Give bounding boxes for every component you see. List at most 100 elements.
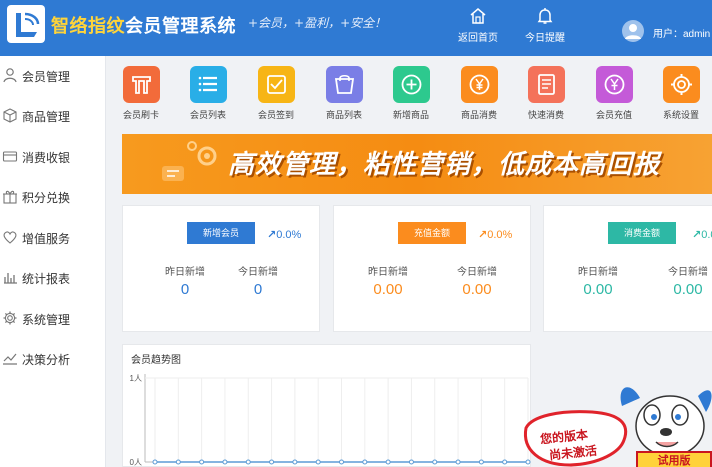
banner-decoration [122, 134, 222, 194]
banner-slogan: 高效管理，粘性营销，低成本高回报 [228, 149, 661, 179]
data-point [222, 459, 228, 465]
quick-fast-consume[interactable]: 快速消费 [518, 66, 574, 126]
gear-icon [2, 310, 18, 326]
nav-home-label: 返回首页 [458, 33, 498, 44]
sidebar-item-reports[interactable]: 统计报表 [0, 258, 106, 298]
up-arrow-icon: ↗ [267, 229, 277, 241]
quick-member-checkin[interactable]: 会员签到 [248, 66, 304, 126]
yesterday-label: 昨日新增 [165, 267, 205, 278]
data-point [269, 459, 275, 465]
nav-home-button[interactable]: 返回首页 [448, 6, 508, 50]
growth-percent: ↗0.0% [692, 229, 712, 241]
box-icon [2, 107, 18, 123]
yesterday-label: 昨日新增 [368, 267, 408, 278]
stat-card-recharge: 充值金额 ↗0.0% 昨日新增 今日新增 0.00 0.00 [333, 205, 531, 332]
quick-goods-consume[interactable]: 商品消费 [451, 66, 507, 126]
quick-member-list[interactable]: 会员列表 [180, 66, 236, 126]
sidebar-item-value-added[interactable]: 增值服务 [0, 218, 106, 258]
quick-goods-list[interactable]: 商品列表 [316, 66, 372, 126]
quick-label: 会员充值 [595, 110, 632, 120]
quick-label: 快速消费 [527, 110, 564, 120]
bell-icon [537, 8, 553, 24]
header-slogan: +会员，+盈利，+安全！ [248, 16, 387, 30]
user-name: 用户：admin [653, 29, 711, 40]
bag-icon [325, 66, 363, 103]
member-trend-panel: 会员趋势图 1人 0人 [122, 344, 531, 467]
yesterday-value: 0.00 [373, 281, 403, 298]
sidebar-item-decision[interactable]: 决策分析 [0, 339, 106, 379]
data-point [362, 459, 368, 465]
gift-icon [2, 188, 18, 204]
quick-label: 新增商品 [392, 110, 429, 120]
sidebar-item-label: 决策分析 [22, 353, 71, 367]
quick-label: 会员刷卡 [122, 110, 159, 120]
sidebar-item-member[interactable]: 会员管理 [0, 56, 106, 96]
app-title: 智络指纹会员管理系统 [51, 16, 236, 36]
member-trend-chart: 1人 0人 [130, 374, 531, 467]
list-icon [189, 66, 227, 103]
quick-add-goods[interactable]: 新增商品 [383, 66, 439, 126]
plus-circle-icon [392, 66, 430, 103]
sidebar-item-label: 积分兑换 [22, 191, 71, 205]
quick-system-settings[interactable]: 系统设置 [653, 66, 709, 126]
sidebar-item-label: 增值服务 [22, 232, 71, 246]
sidebar-item-label: 商品管理 [22, 110, 71, 124]
data-point [408, 459, 414, 465]
home-icon [470, 8, 486, 24]
y-tick-label: 1人 [130, 374, 142, 383]
card-swipe-icon [122, 66, 160, 103]
sidebar-item-label: 统计报表 [22, 272, 71, 286]
heart-icon [2, 229, 18, 245]
sidebar-item-points[interactable]: 积分兑换 [0, 177, 106, 217]
sidebar-item-cashier[interactable]: 消费收银 [0, 137, 106, 177]
yen-coin-icon [460, 66, 498, 103]
today-value: 0.00 [462, 281, 492, 298]
data-point [478, 459, 484, 465]
data-point [292, 459, 298, 465]
quick-label: 系统设置 [662, 110, 699, 120]
chart-title: 会员趋势图 [131, 355, 181, 366]
today-label: 今日新增 [668, 267, 708, 278]
today-value: 0.00 [673, 281, 703, 298]
gear-icon [662, 66, 700, 103]
up-arrow-icon: ↗ [692, 229, 702, 241]
user-icon [2, 67, 18, 83]
data-point [432, 459, 438, 465]
checkin-icon [257, 66, 295, 103]
up-arrow-icon: ↗ [478, 229, 488, 241]
today-label: 今日新增 [238, 267, 278, 278]
data-point [455, 459, 461, 465]
today-label: 今日新增 [457, 267, 497, 278]
quick-member-swipe[interactable]: 会员刷卡 [113, 66, 169, 126]
growth-percent: ↗0.0% [267, 229, 302, 241]
stat-tag: 新增会员 [187, 222, 255, 244]
bar-chart-icon [2, 269, 18, 285]
quick-member-recharge[interactable]: 会员充值 [586, 66, 642, 126]
stat-card-new-members: 新增会员 ↗0.0% 昨日新增 今日新增 0 0 [122, 205, 320, 332]
stat-tag: 充值金额 [398, 222, 466, 244]
recharge-icon [595, 66, 633, 103]
data-point [245, 459, 251, 465]
quick-label: 商品消费 [460, 110, 497, 120]
sidebar-item-goods[interactable]: 商品管理 [0, 96, 106, 136]
quick-label: 会员签到 [257, 110, 294, 120]
data-point [339, 459, 344, 465]
sidebar-item-system[interactable]: 系统管理 [0, 299, 106, 339]
yesterday-value: 0.00 [583, 281, 613, 298]
sidebar-item-label: 系统管理 [22, 313, 71, 327]
trial-version-button[interactable]: 试用版 [636, 451, 712, 467]
yesterday-label: 昨日新增 [578, 267, 618, 278]
cashier-icon [2, 148, 18, 164]
quick-label: 商品列表 [325, 110, 362, 120]
data-point [175, 459, 181, 465]
nav-reminder-button[interactable]: 今日提醒 [515, 6, 575, 50]
sidebar: 会员管理 商品管理 消费收银 积分兑换 增值服务 统计报表 系统管理 决策分析 [0, 56, 106, 467]
sidebar-item-label: 消费收银 [22, 151, 71, 165]
quick-label: 会员列表 [189, 110, 226, 120]
quick-doc-icon [527, 66, 565, 103]
stat-card-consume: 消费金额 ↗0.0% 昨日新增 今日新增 0.00 0.00 [543, 205, 712, 332]
data-point [152, 459, 158, 465]
top-header: 智络指纹会员管理系统 +会员，+盈利，+安全！ 返回首页 今日提醒 用户：adm… [0, 0, 712, 56]
y-tick-label: 0人 [130, 458, 142, 467]
data-point [502, 459, 508, 465]
